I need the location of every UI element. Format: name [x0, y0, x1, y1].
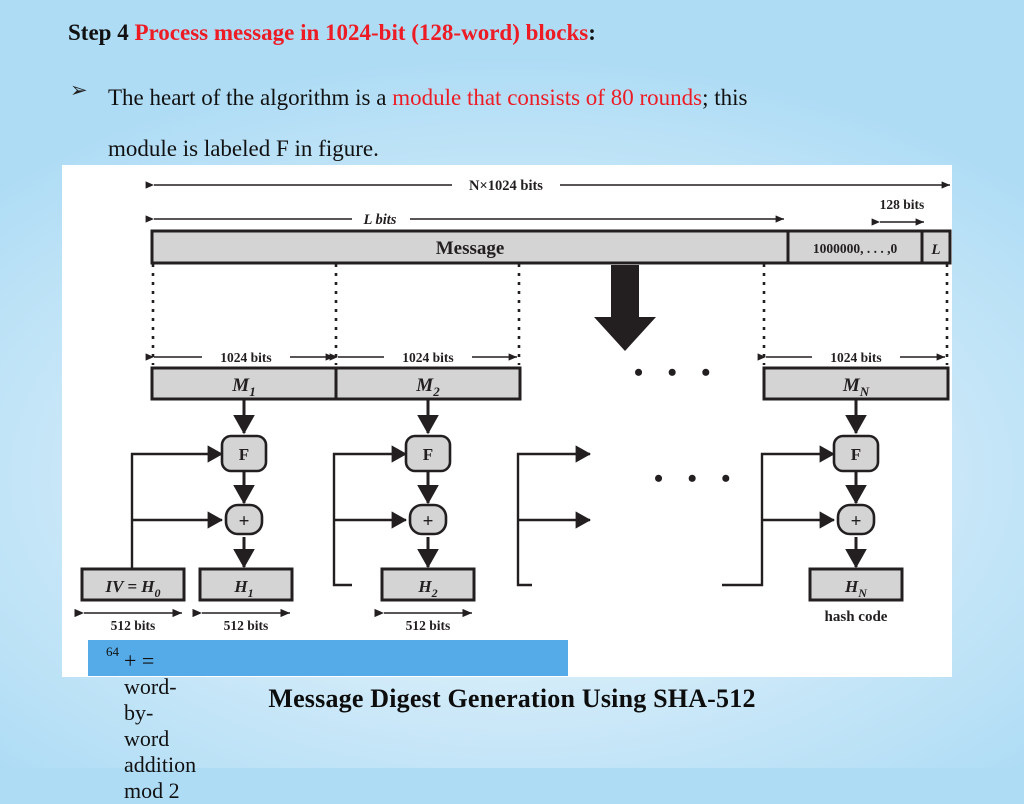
- adder-2: +: [408, 503, 448, 536]
- adder-n-label: +: [851, 511, 862, 532]
- dim-tail-bits-label: 128 bits: [880, 197, 925, 212]
- dim-message-length-label: L bits: [363, 212, 397, 228]
- message-bar-length-label: L: [930, 242, 940, 258]
- message-block-m2: M2: [334, 366, 522, 401]
- dim-block-n: 1024 bits: [757, 350, 945, 365]
- message-block-mn: MN: [762, 366, 950, 401]
- stage-mid-wiring: [516, 445, 591, 587]
- blocks-ellipsis: • • •: [634, 358, 719, 387]
- paragraph-text-1: The heart of the algorithm is a: [108, 85, 393, 110]
- dim-block-2-label: 1024 bits: [402, 350, 453, 365]
- message-bar-padding-label: 1000000, . . . ,0: [813, 241, 898, 256]
- rounds-ellipsis: • • •: [654, 464, 739, 493]
- partition-guides: [151, 264, 949, 365]
- sha512-diagram-panel: N×1024 bits 128 bits L bits Message 1000…: [62, 165, 952, 677]
- adder-n: +: [836, 503, 876, 536]
- padding-down-arrow-icon: [594, 265, 656, 351]
- message-block-mn-sub: N: [859, 384, 870, 399]
- addition-note-text: + = word-by-word addition mod 2 64: [106, 644, 196, 803]
- dim-block-n-label: 1024 bits: [830, 350, 881, 365]
- dim-chain-3-label: 512 bits: [406, 618, 451, 633]
- dim-chain-2: 512 bits: [192, 608, 290, 633]
- chain-value-hn-sub: N: [857, 586, 868, 600]
- chain-value-h2-sub: 2: [431, 586, 438, 600]
- dim-total-bits-label: N×1024 bits: [469, 178, 543, 194]
- round-function-f-n-label: F: [851, 445, 861, 464]
- adder-1: +: [224, 503, 264, 536]
- dim-total-bits: N×1024 bits: [145, 178, 950, 194]
- round-function-f-2-label: F: [423, 445, 433, 464]
- paragraph-highlight: module that consists of 80 rounds: [392, 85, 703, 110]
- hash-code-label: hash code: [825, 609, 888, 625]
- paragraph-module-f: F: [276, 136, 289, 161]
- round-function-f-n: F: [832, 434, 880, 473]
- chain-value-h1-sub: 1: [248, 586, 254, 600]
- stage-n-wiring: [722, 399, 867, 587]
- stage-1-wiring: [130, 399, 255, 573]
- dim-block-1-label: 1024 bits: [220, 350, 271, 365]
- message-bar-message-label: Message: [436, 238, 505, 259]
- step-title: Process message in 1024-bit (128-word) b…: [134, 20, 589, 45]
- addition-note-superscript: 64: [106, 644, 119, 659]
- step-heading: Step 4 Process message in 1024-bit (128-…: [68, 20, 596, 46]
- stage-2-wiring: [332, 399, 439, 587]
- sha512-diagram-svg: N×1024 bits 128 bits L bits Message 1000…: [74, 178, 952, 633]
- addition-note-main: + = word-by-word addition mod 2: [124, 648, 197, 803]
- message-block-m1-sub: 1: [249, 384, 256, 399]
- bullet-paragraph: The heart of the algorithm is a module t…: [68, 72, 948, 174]
- dim-block-1: 1024 bits: [145, 350, 334, 365]
- dim-chain-2-label: 512 bits: [224, 618, 269, 633]
- paragraph-line-1: The heart of the algorithm is a module t…: [108, 72, 948, 123]
- figure-caption: Message Digest Generation Using SHA-512: [268, 684, 756, 713]
- message-block-m1: M1: [150, 366, 338, 401]
- message-block-m2-sub: 2: [432, 384, 440, 399]
- paragraph-text-2: ; this: [702, 85, 748, 110]
- round-function-f-1-label: F: [239, 445, 249, 464]
- paragraph-text-3: module is labeled: [108, 136, 276, 161]
- chain-value-hn: HN hash code: [808, 567, 904, 625]
- dim-chain-3: 512 bits: [374, 608, 472, 633]
- adder-2-label: +: [423, 511, 434, 532]
- dim-message-length: L bits: [145, 212, 784, 228]
- chain-value-h1: H1: [198, 567, 294, 602]
- dim-tail-bits: 128 bits: [871, 197, 925, 226]
- message-bar: Message 1000000, . . . ,0 L: [150, 229, 952, 265]
- step-label: Step 4: [68, 20, 129, 45]
- paragraph-text-4: in figure.: [288, 136, 379, 161]
- round-function-f-2: F: [404, 434, 452, 473]
- dim-chain-1-label: 512 bits: [111, 618, 156, 633]
- dim-block-2: 1024 bits: [329, 350, 517, 365]
- chain-value-iv-sub: 0: [155, 586, 161, 600]
- adder-1-label: +: [239, 511, 250, 532]
- chain-value-iv: IV = H0: [80, 567, 186, 602]
- chain-value-h2: H2: [380, 567, 476, 602]
- dim-chain-1: 512 bits: [74, 608, 182, 633]
- step-colon: :: [588, 20, 596, 45]
- round-function-f-1: F: [220, 434, 268, 473]
- addition-note-bar: + = word-by-word addition mod 2 64: [88, 640, 568, 803]
